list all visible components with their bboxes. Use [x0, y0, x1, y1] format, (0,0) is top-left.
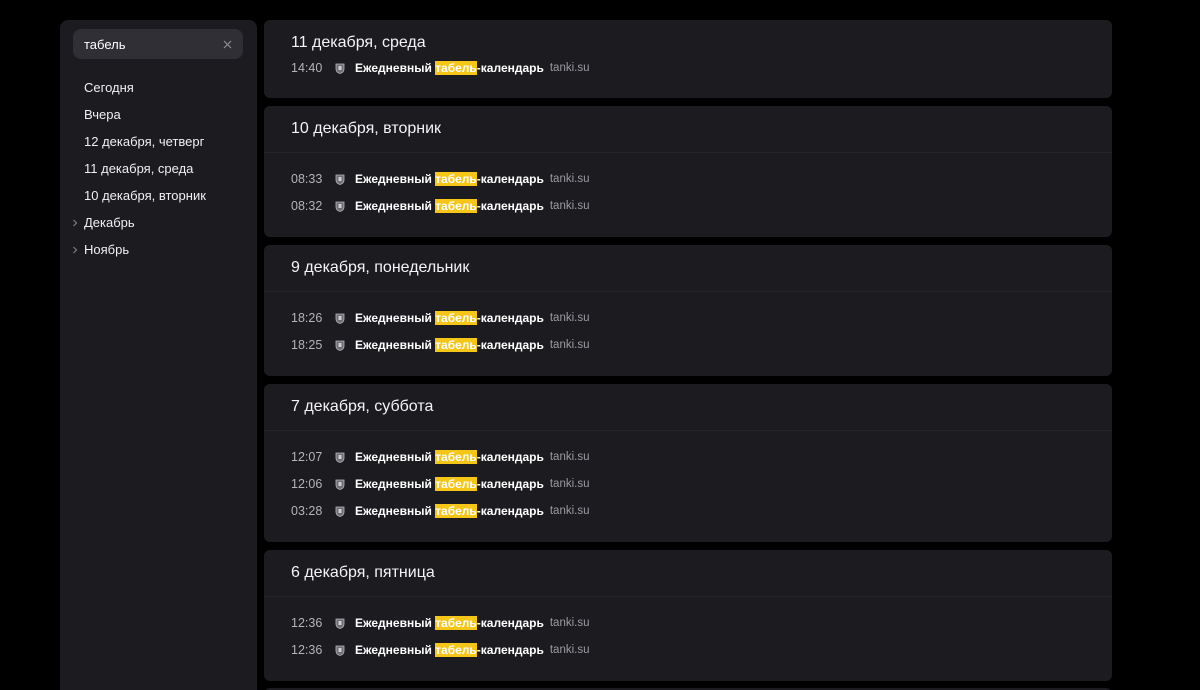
close-icon[interactable]: [221, 38, 233, 50]
sidebar: Сегодня Вчера 12 декабря, четверг 11 дек…: [60, 20, 257, 690]
history-entry[interactable]: 18:25 Ежедневный табель-календарь tanki.…: [264, 335, 1112, 355]
history-entry[interactable]: 12:07 Ежедневный табель-календарь tanki.…: [264, 447, 1112, 467]
entry-time: 12:06: [291, 477, 323, 491]
history-page: Сегодня Вчера 12 декабря, четверг 11 дек…: [0, 0, 1200, 690]
entry-domain: tanki.su: [549, 505, 590, 517]
history-entry[interactable]: 12:36 Ежедневный табель-календарь tanki.…: [264, 640, 1112, 660]
history-entry[interactable]: 14:40 Ежедневный табель-календарь tanki.…: [264, 58, 1112, 78]
entry-domain: tanki.su: [549, 339, 590, 351]
history-entry[interactable]: 03:28 Ежедневный табель-календарь tanki.…: [264, 501, 1112, 521]
sidebar-item-label: 10 декабря, вторник: [84, 188, 206, 203]
history-entry[interactable]: 08:32 Ежедневный табель-календарь tanki.…: [264, 196, 1112, 216]
history-list: 11 декабря, среда 14:40 Ежедневный табел…: [264, 20, 1112, 690]
entry-time: 14:40: [291, 61, 323, 75]
tanki-favicon-icon: [335, 618, 345, 629]
sidebar-item-label: Вчера: [84, 107, 121, 122]
sidebar-nav: Сегодня Вчера 12 декабря, четверг 11 дек…: [60, 76, 257, 265]
entry-domain: tanki.su: [549, 200, 590, 212]
tanki-favicon-icon: [335, 63, 345, 74]
entry-time: 18:26: [291, 311, 323, 325]
search-highlight: табель: [435, 643, 477, 657]
search-highlight: табель: [435, 338, 477, 352]
tanki-favicon-icon: [335, 506, 345, 517]
entry-domain: tanki.su: [549, 451, 590, 463]
day-header: 11 декабря, среда: [264, 20, 1112, 58]
sidebar-item-label: Сегодня: [84, 80, 134, 95]
day-header: 9 декабря, понедельник: [264, 245, 1112, 292]
sidebar-item-label: Декабрь: [84, 215, 135, 230]
sidebar-item-label: 11 декабря, среда: [84, 161, 194, 176]
day-title: 10 декабря, вторник: [291, 120, 442, 137]
chevron-right-icon[interactable]: [71, 245, 79, 255]
sidebar-item-december[interactable]: Декабрь: [60, 211, 257, 238]
tanki-favicon-icon: [335, 645, 345, 656]
tanki-favicon-icon: [335, 313, 345, 324]
sidebar-item-yesterday[interactable]: Вчера: [60, 103, 257, 130]
day-header: 6 декабря, пятница: [264, 550, 1112, 597]
entry-title: Ежедневный табель-календарь: [355, 616, 544, 630]
search-highlight: табель: [435, 450, 477, 464]
sidebar-item-dec-10[interactable]: 10 декабря, вторник: [60, 184, 257, 211]
search-highlight: табель: [435, 61, 477, 75]
entry-time: 03:28: [291, 504, 323, 518]
entry-title: Ежедневный табель-календарь: [355, 172, 544, 186]
entry-time: 08:32: [291, 199, 323, 213]
history-entry[interactable]: 12:06 Ежедневный табель-календарь tanki.…: [264, 474, 1112, 494]
search-box: [73, 29, 243, 59]
entry-title: Ежедневный табель-календарь: [355, 338, 544, 352]
tanki-favicon-icon: [335, 201, 345, 212]
history-entry[interactable]: 12:36 Ежедневный табель-календарь tanki.…: [264, 613, 1112, 633]
day-title: 11 декабря, среда: [291, 34, 426, 51]
sidebar-item-today[interactable]: Сегодня: [60, 76, 257, 103]
day-title: 7 декабря, суббота: [291, 398, 434, 415]
day-card: 11 декабря, среда 14:40 Ежедневный табел…: [264, 20, 1112, 98]
day-card: 10 декабря, вторник 08:33 Ежедневный таб…: [264, 106, 1112, 237]
search-highlight: табель: [435, 616, 477, 630]
entry-title: Ежедневный табель-календарь: [355, 199, 544, 213]
search-highlight: табель: [435, 311, 477, 325]
search-highlight: табель: [435, 477, 477, 491]
entry-domain: tanki.su: [549, 617, 590, 629]
search-highlight: табель: [435, 172, 477, 186]
tanki-favicon-icon: [335, 174, 345, 185]
day-card: 6 декабря, пятница 12:36 Ежедневный табе…: [264, 550, 1112, 681]
search-highlight: табель: [435, 504, 477, 518]
entry-title: Ежедневный табель-календарь: [355, 311, 544, 325]
sidebar-item-label: Ноябрь: [84, 242, 130, 257]
sidebar-item-dec-12[interactable]: 12 декабря, четверг: [60, 130, 257, 157]
entry-title: Ежедневный табель-календарь: [355, 504, 544, 518]
entry-title: Ежедневный табель-календарь: [355, 61, 544, 75]
tanki-favicon-icon: [335, 479, 345, 490]
tanki-favicon-icon: [335, 340, 345, 351]
entry-domain: tanki.su: [549, 312, 590, 324]
entry-time: 18:25: [291, 338, 323, 352]
day-header: 10 декабря, вторник: [264, 106, 1112, 153]
history-entry[interactable]: 08:33 Ежедневный табель-календарь tanki.…: [264, 169, 1112, 189]
chevron-right-icon[interactable]: [71, 218, 79, 228]
entry-time: 12:36: [291, 616, 323, 630]
sidebar-item-label: 12 декабря, четверг: [84, 134, 205, 149]
entry-domain: tanki.su: [549, 644, 590, 656]
search-highlight: табель: [435, 199, 477, 213]
day-card: 7 декабря, суббота 12:07 Ежедневный табе…: [264, 384, 1112, 542]
search-input[interactable]: [84, 36, 221, 52]
entry-domain: tanki.su: [549, 478, 590, 490]
tanki-favicon-icon: [335, 452, 345, 463]
entry-title: Ежедневный табель-календарь: [355, 450, 544, 464]
day-header: 7 декабря, суббота: [264, 384, 1112, 431]
entry-time: 08:33: [291, 172, 323, 186]
history-entry[interactable]: 18:26 Ежедневный табель-календарь tanki.…: [264, 308, 1112, 328]
entry-time: 12:36: [291, 643, 323, 657]
entry-time: 12:07: [291, 450, 323, 464]
entry-domain: tanki.su: [549, 62, 590, 74]
day-title: 9 декабря, понедельник: [291, 259, 470, 276]
day-title: 6 декабря, пятница: [291, 564, 435, 581]
entry-domain: tanki.su: [549, 173, 590, 185]
sidebar-item-november[interactable]: Ноябрь: [60, 238, 257, 265]
entry-title: Ежедневный табель-календарь: [355, 477, 544, 491]
entry-title: Ежедневный табель-календарь: [355, 643, 544, 657]
day-card: 9 декабря, понедельник 18:26 Ежедневный …: [264, 245, 1112, 376]
sidebar-item-dec-11[interactable]: 11 декабря, среда: [60, 157, 257, 184]
